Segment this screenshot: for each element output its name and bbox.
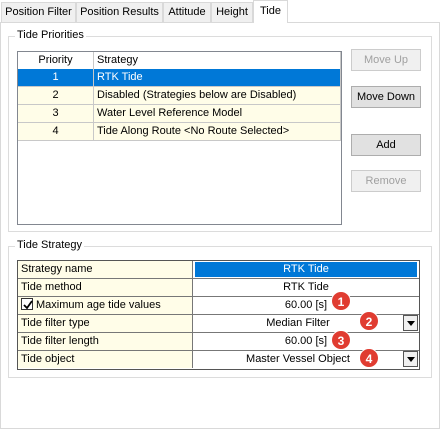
callout-marker-2: 2 [359,311,379,331]
checkmark-icon [23,300,33,310]
strategy-cell: Tide Along Route <No Route Selected> [94,123,341,141]
chevron-down-icon [407,321,415,326]
filter-type-dropdown[interactable]: Median Filter [193,315,419,332]
dropdown-arrow-button[interactable] [403,315,418,331]
property-label: Maximum age tide values [18,297,193,314]
table-row[interactable]: 4 Tide Along Route <No Route Selected> [18,123,341,141]
tab-label: Height [216,6,248,18]
table-row[interactable]: 3 Water Level Reference Model [18,105,341,123]
property-row-tide-method[interactable]: Tide method RTK Tide [18,279,419,297]
property-label: Tide object [18,351,193,368]
move-up-button[interactable]: Move Up [351,49,421,71]
property-label: Strategy name [18,261,193,278]
tide-method-value: RTK Tide [193,279,419,296]
dropdown-arrow-button[interactable] [403,351,418,367]
tide-object-dropdown[interactable]: Master Vessel Object [193,351,419,368]
remove-button[interactable]: Remove [351,170,421,192]
property-label: Tide filter type [18,315,193,332]
strategy-cell: RTK Tide [94,69,341,87]
maximum-age-input[interactable]: 60.00 [s] [193,297,419,314]
priority-cell: 2 [18,87,94,105]
tab-attitude[interactable]: Attitude [163,2,211,22]
add-button[interactable]: Add [351,134,421,156]
table-row[interactable]: 2 Disabled (Strategies below are Disable… [18,87,341,105]
callout-marker-4: 4 [359,348,379,368]
checkbox-label: Maximum age tide values [36,299,161,311]
table-row[interactable]: 1 RTK Tide [18,69,341,87]
priority-cell: 3 [18,105,94,123]
chevron-down-icon [407,357,415,362]
property-row-filter-length[interactable]: Tide filter length 60.00 [s] [18,333,419,351]
tab-label: Attitude [168,6,206,18]
tab-tide[interactable]: Tide [253,0,288,23]
column-header-strategy[interactable]: Strategy [94,52,341,70]
group-title: Tide Priorities [15,29,86,41]
strategy-cell: Water Level Reference Model [94,105,341,123]
group-title: Tide Strategy [15,239,85,251]
priority-cell: 4 [18,123,94,141]
tab-position-filter[interactable]: Position Filter [1,2,76,22]
filter-length-input[interactable]: 60.00 [s] [193,333,419,350]
property-row-maximum-age[interactable]: Maximum age tide values 60.00 [s] [18,297,419,315]
tab-height[interactable]: Height [211,2,253,22]
move-down-button[interactable]: Move Down [351,86,421,108]
priority-table: Priority Strategy 1 RTK Tide 2 Disabled … [17,51,342,225]
value-text: 60.00 [s] [284,299,328,311]
callout-marker-1: 1 [331,291,351,311]
value-text: RTK Tide [283,281,329,293]
priority-cell: 1 [18,69,94,87]
column-header-priority[interactable]: Priority [18,52,94,70]
tab-bar: Position Filter Position Results Attitud… [0,0,442,23]
tab-label: Position Filter [5,6,72,18]
tab-label: Position Results [80,6,159,18]
property-label: Tide method [18,279,193,296]
tab-label: Tide [260,5,281,17]
tab-position-results[interactable]: Position Results [76,2,163,22]
value-text: 60.00 [s] [284,335,328,347]
strategy-cell: Disabled (Strategies below are Disabled) [94,87,341,105]
property-row-strategy-name[interactable]: Strategy name RTK Tide [18,261,419,279]
maximum-age-checkbox[interactable] [21,298,33,310]
property-label: Tide filter length [18,333,193,350]
table-header: Priority Strategy [18,52,341,70]
strategy-name-value[interactable]: RTK Tide [195,262,417,277]
value-text: RTK Tide [283,263,329,275]
callout-marker-3: 3 [331,330,351,350]
